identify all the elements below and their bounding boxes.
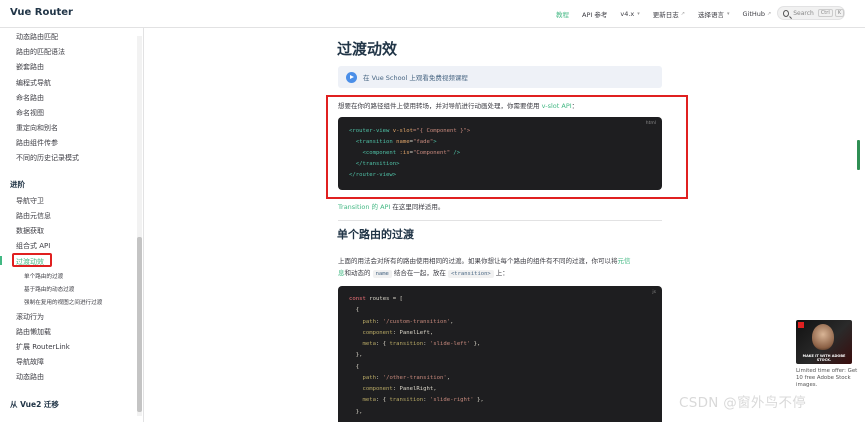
nav-link-label: 选择语言 — [697, 11, 724, 19]
brand-title[interactable]: Vue Router — [10, 7, 73, 18]
sidebar-item[interactable]: 扩展 RouterLink — [16, 342, 70, 352]
section-divider — [338, 220, 662, 221]
sidebar-item[interactable]: 导航故障 — [16, 357, 44, 367]
watermark: CSDN @窗外鸟不停 — [679, 395, 807, 411]
search-button[interactable]: Search Ctrl K — [777, 6, 845, 20]
sidebar-subitem[interactable]: 强制在复用的视图之间进行过渡 — [24, 298, 102, 306]
sidebar-section-advanced[interactable]: 进阶 — [10, 179, 25, 190]
highlight-box — [12, 253, 52, 267]
vueschool-text: 在 Vue School 上观看免费视频课程 — [363, 74, 468, 82]
sidebar-item[interactable]: 命名路由 — [16, 93, 44, 103]
code-line: { — [349, 364, 360, 370]
sidebar-scrollbar-thumb[interactable] — [137, 237, 142, 412]
sidebar-item[interactable]: 动态路由 — [16, 372, 44, 382]
sidebar-item[interactable]: 编程式导航 — [16, 78, 51, 88]
nav-link-api[interactable]: API 参考 — [582, 9, 607, 19]
nav-link-label: GitHub — [742, 10, 766, 18]
page-title: 过渡动效 — [337, 40, 398, 58]
transition-api-link[interactable]: Transition 的 API — [338, 203, 390, 211]
vueschool-banner[interactable]: 在 Vue School 上观看免费视频课程 — [338, 66, 662, 88]
para2-line2: 息和动态的 name 结合在一起，放在 <transition> 上： — [338, 267, 509, 278]
para2-text: 上： — [493, 269, 509, 277]
para2-text: 和动态的 — [344, 269, 373, 277]
code-line: }, — [349, 409, 363, 415]
chevron-down-icon: ▾ — [637, 11, 640, 17]
sidebar-item[interactable]: 嵌套路由 — [16, 62, 44, 72]
main-content: 过渡动效 在 Vue School 上观看免费视频课程 想要在你的路径组件上使用… — [145, 28, 785, 422]
chevron-down-icon: ▾ — [726, 11, 730, 17]
code-line: path: '/other-transition', — [349, 375, 451, 381]
code-line: path: '/custom-transition', — [349, 319, 454, 325]
code-line: const routes = [ — [349, 296, 403, 302]
play-icon — [346, 71, 357, 83]
external-link-icon: ↗ — [767, 11, 772, 17]
sidebar-item[interactable]: 命名视图 — [16, 108, 44, 118]
nav-link-version[interactable]: v4.x ▾ — [620, 10, 639, 18]
sidebar-item[interactable]: 路由元信息 — [16, 211, 51, 221]
nav-link-guide[interactable]: 教程 — [556, 9, 569, 19]
sidebar-item[interactable]: 组合式 API — [16, 241, 50, 251]
para2-text: 上面的用法会对所有的路由使用相同的过渡。如果你想让每个路由的组件有不同的过渡，你… — [338, 257, 618, 265]
sidebar-item[interactable]: 导航守卫 — [16, 196, 44, 206]
code-line: }, — [349, 352, 363, 358]
sidebar-item[interactable]: 路由组件传参 — [16, 138, 58, 148]
sidebar: 动态路由匹配 路由的匹配语法 嵌套路由 编程式导航 命名路由 命名视图 重定向和… — [0, 28, 144, 422]
nav-link-language[interactable]: 选择语言 ▾ — [698, 9, 730, 19]
sidebar-item[interactable]: 不同的历史记录模式 — [16, 153, 79, 163]
code-lang-label: js — [652, 290, 656, 295]
shortcut-key: Ctrl — [817, 9, 833, 17]
sidebar-item[interactable]: 数据获取 — [16, 226, 44, 236]
ad-portrait — [812, 324, 834, 350]
sidebar-item[interactable]: 路由的匹配语法 — [16, 47, 65, 57]
nav-link-label: v4.x — [620, 10, 635, 18]
code-line: component: PanelRight, — [349, 386, 437, 392]
ad-caption: MAKE IT WITH ADOBE STOCK. — [802, 354, 846, 362]
page-scroll-indicator[interactable] — [857, 140, 860, 170]
para2-text: 结合在一起，放在 — [391, 269, 448, 277]
nav-link-label: 更新日志 — [652, 11, 679, 19]
inline-code: <transition> — [447, 270, 494, 278]
search-icon — [783, 9, 790, 17]
search-placeholder: Search — [793, 9, 814, 17]
code-line: { — [349, 307, 360, 313]
nav-links: 教程 API 参考 v4.x ▾ 更新日志 ↗ 选择语言 ▾ GitHub ↗ — [556, 0, 784, 28]
meta-link[interactable]: 元信 — [618, 257, 631, 265]
adobe-logo-icon — [798, 322, 804, 328]
highlight-box — [326, 95, 688, 199]
nav-link-label: 教程 — [556, 11, 569, 19]
shortcut-key: K — [834, 9, 844, 17]
transition-paragraph: Transition 的 API 在这里同样适用。 — [338, 201, 444, 211]
external-link-icon: ↗ — [680, 11, 685, 17]
ad-text[interactable]: Limited time offer: Get 10 free Adobe St… — [796, 368, 860, 389]
sidebar-item[interactable]: 滚动行为 — [16, 312, 44, 322]
code-line: component: PanelLeft, — [349, 330, 434, 336]
active-indicator — [0, 256, 2, 265]
section-heading: 单个路由的过渡 — [337, 228, 414, 241]
sidebar-item[interactable]: 动态路由匹配 — [16, 32, 58, 42]
code-block-js: js const routes = [ { path: '/custom-tra… — [338, 286, 662, 422]
nav-link-changelog[interactable]: 更新日志 ↗ — [653, 9, 685, 19]
code-line: meta: { transition: 'slide-right' }, — [349, 397, 484, 403]
sidebar-item[interactable]: 重定向和别名 — [16, 123, 58, 133]
sidebar-section-migration[interactable]: 从 Vue2 迁移 — [10, 399, 59, 410]
code-line: meta: { transition: 'slide-left' }, — [349, 341, 481, 347]
inline-code: name — [372, 270, 392, 278]
para2-line1: 上面的用法会对所有的路由使用相同的过渡。如果你想让每个路由的组件有不同的过渡，你… — [338, 255, 631, 265]
nav-link-github[interactable]: GitHub ↗ — [743, 10, 772, 18]
ad-image[interactable]: MAKE IT WITH ADOBE STOCK. — [796, 320, 852, 364]
sidebar-subitem[interactable]: 基于路由的动态过渡 — [24, 285, 74, 293]
sidebar-subitem[interactable]: 单个路由的过渡 — [24, 272, 63, 280]
transition-text: 在这里同样适用。 — [390, 203, 445, 211]
nav-link-label: API 参考 — [582, 11, 608, 19]
top-nav: Vue Router 教程 API 参考 v4.x ▾ 更新日志 ↗ 选择语言 ▾ G… — [0, 0, 865, 28]
sidebar-item[interactable]: 路由懒加载 — [16, 327, 51, 337]
